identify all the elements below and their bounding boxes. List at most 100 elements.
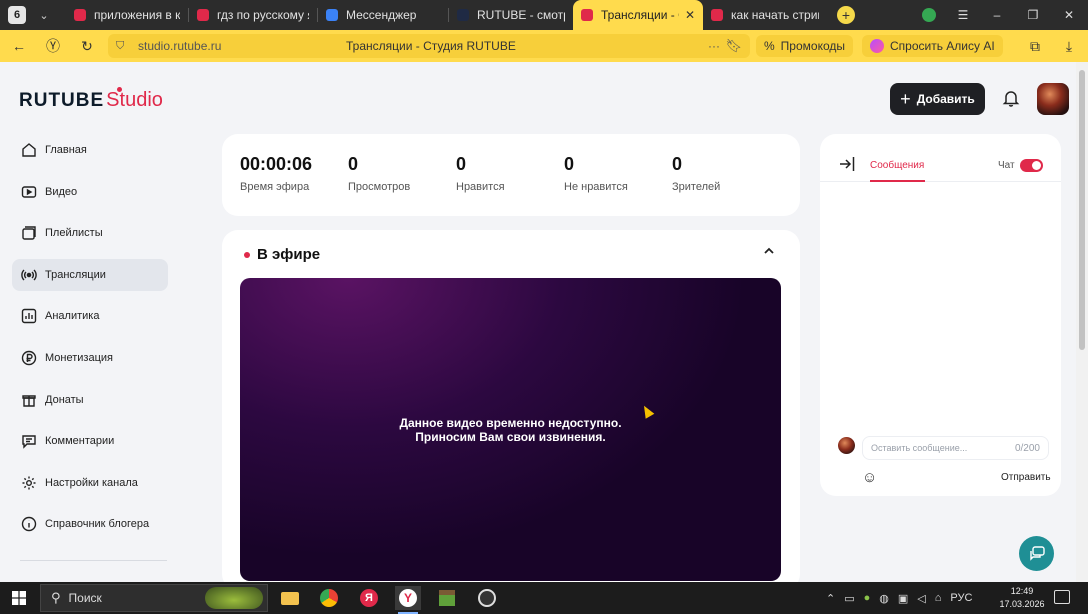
stat-views: 0 Просмотров: [348, 154, 411, 193]
yandex-icon[interactable]: Ⓨ: [40, 36, 66, 56]
add-button[interactable]: + Добавить: [890, 83, 985, 115]
bookmark-icon[interactable]: 🔖︎: [725, 38, 742, 54]
stat-likes: 0 Нравится: [456, 154, 505, 193]
minecraft-icon[interactable]: [434, 586, 460, 610]
minimize-icon[interactable]: –: [980, 0, 1014, 30]
browser-tab[interactable]: RUTUBE - смотрите: [449, 0, 573, 30]
studio-favicon-icon: [581, 9, 593, 21]
url-field[interactable]: ⛉ studio.rutube.ru Трансляции - Студия R…: [108, 34, 750, 58]
rutube-studio-logo[interactable]: RUTUBE Studio: [19, 87, 163, 112]
translate-icon[interactable]: ⧉: [1022, 38, 1048, 55]
browser-tab-active[interactable]: Трансляции - Ст ✕: [573, 0, 703, 30]
system-tray: ⌃ ▭ ● ◍ ▣ ◁ ⌂ РУС: [826, 582, 972, 614]
rutube-favicon-icon: [457, 9, 469, 21]
plus-icon: +: [900, 88, 911, 109]
ruble-icon: [19, 348, 39, 368]
studio-page: RUTUBE Studio + Добавить Главная Видео П…: [0, 62, 1076, 582]
chat-message-input[interactable]: Оставить сообщение... 0/200: [862, 436, 1049, 460]
gear-icon: [19, 473, 39, 493]
sidebar-item-monetization[interactable]: Монетизация: [12, 342, 168, 374]
close-tab-icon[interactable]: ✕: [685, 8, 695, 22]
sidebar-item-comments[interactable]: Комментарии: [12, 425, 168, 457]
live-indicator-dot: [244, 251, 250, 258]
obs-icon[interactable]: [474, 586, 500, 610]
yandex-browser-icon[interactable]: Y: [395, 586, 421, 614]
page-scrollbar[interactable]: [1076, 62, 1088, 582]
network-icon[interactable]: ⌂: [935, 592, 942, 604]
messenger-favicon-icon: [326, 9, 338, 21]
close-window-icon[interactable]: ✕: [1052, 0, 1086, 30]
stat-air-time: 00:00:06 Время эфира: [240, 154, 313, 193]
sidebar-item-analytics[interactable]: Аналитика: [12, 300, 168, 332]
speaker-icon[interactable]: ◁: [917, 592, 925, 605]
player-unavailable-line1: Данное видео временно недоступно.: [399, 415, 622, 430]
chat-header: Сообщения Чат: [820, 134, 1061, 182]
taskbar-clock[interactable]: 12:49 17.03.2026: [996, 585, 1048, 611]
extension-icon[interactable]: [912, 0, 946, 30]
browser-tab[interactable]: гдз по русскому яз: [189, 0, 317, 30]
user-avatar[interactable]: [1037, 83, 1069, 115]
sidebar-item-channel-settings[interactable]: Настройки канала: [12, 467, 168, 499]
sidebar-item-donations[interactable]: Донаты: [12, 384, 168, 416]
yandex-favicon-icon: [74, 9, 86, 21]
sidebar-item-home[interactable]: Главная: [12, 134, 168, 166]
char-counter: 0/200: [1014, 442, 1040, 454]
active-tab-underline: [870, 180, 925, 182]
new-tab-button[interactable]: +: [837, 6, 855, 24]
playlist-icon: [19, 223, 39, 243]
logo-dot: [117, 87, 122, 92]
sidebar-item-blogger-guide[interactable]: Справочник блогера: [12, 508, 168, 540]
tray-app-icon[interactable]: ▭: [844, 592, 854, 605]
send-button[interactable]: Отправить: [1001, 472, 1051, 483]
collapse-panel-icon[interactable]: [838, 156, 856, 176]
chevron-up-icon[interactable]: ⌃: [826, 592, 835, 605]
tray-app-icon[interactable]: ▣: [898, 592, 908, 605]
stat-dislikes: 0 Не нравится: [564, 154, 628, 193]
promo-codes-button[interactable]: % Промокоды: [756, 35, 853, 57]
more-icon[interactable]: ···: [708, 39, 720, 53]
chat-panel: Сообщения Чат Оставить сообщение... 0/20…: [820, 134, 1061, 496]
back-arrow-icon[interactable]: ←: [6, 38, 32, 54]
address-bar: ← Ⓨ ↻ ⛉ studio.rutube.ru Трансляции - Ст…: [0, 30, 1088, 62]
taskbar-search[interactable]: ⚲ Поиск: [40, 584, 268, 612]
tab-messages[interactable]: Сообщения: [870, 160, 924, 171]
emoji-icon[interactable]: ☺: [862, 469, 877, 486]
language-indicator[interactable]: РУС: [950, 592, 972, 604]
browser-tab[interactable]: как начать стрим на: [703, 0, 827, 30]
windows-start-icon[interactable]: [0, 582, 38, 614]
yandex-app-icon[interactable]: Я: [356, 586, 382, 610]
restore-icon[interactable]: ❐: [1016, 0, 1050, 30]
reload-icon[interactable]: ↻: [74, 38, 100, 55]
browser-tab[interactable]: Мессенджер: [318, 0, 448, 30]
donate-icon: [19, 390, 39, 410]
browser-tab[interactable]: приложения в кото: [66, 0, 188, 30]
sidebar-item-playlists[interactable]: Плейлисты: [12, 217, 168, 249]
video-player[interactable]: Данное видео временно недоступно. Принос…: [240, 278, 781, 581]
video-icon: [19, 182, 39, 202]
analytics-icon: [19, 306, 39, 326]
bell-icon[interactable]: [1000, 89, 1022, 111]
chevron-up-icon[interactable]: [762, 244, 776, 261]
home-icon: [19, 140, 39, 160]
scrollbar-thumb[interactable]: [1079, 70, 1085, 350]
chevron-down-icon[interactable]: ⌄: [36, 9, 52, 22]
shield-icon: ⛉: [116, 39, 125, 52]
search-highlight-image: [205, 587, 263, 609]
notification-center-icon[interactable]: [1054, 590, 1070, 604]
file-explorer-icon[interactable]: [277, 586, 303, 610]
support-chat-button[interactable]: [1019, 536, 1054, 571]
download-icon[interactable]: ⤓: [1056, 38, 1082, 55]
tray-green-icon[interactable]: ●: [864, 592, 871, 604]
ask-alice-button[interactable]: Спросить Алису AI: [862, 35, 1003, 57]
sidebar-item-video[interactable]: Видео: [12, 176, 168, 208]
chat-user-avatar: [838, 437, 855, 454]
search-icon: ⚲: [51, 590, 61, 605]
sidebar-item-broadcasts[interactable]: Трансляции: [12, 258, 168, 291]
sidebar-nav: Главная Видео Плейлисты Трансляции Анали…: [12, 134, 168, 550]
sidebar-divider: [20, 560, 167, 561]
chrome-icon[interactable]: [316, 586, 342, 610]
tab-count-badge[interactable]: 6: [8, 6, 26, 24]
menu-icon[interactable]: ☰: [946, 0, 980, 30]
tray-app-icon[interactable]: ◍: [879, 592, 889, 605]
chat-toggle[interactable]: [1020, 159, 1043, 172]
